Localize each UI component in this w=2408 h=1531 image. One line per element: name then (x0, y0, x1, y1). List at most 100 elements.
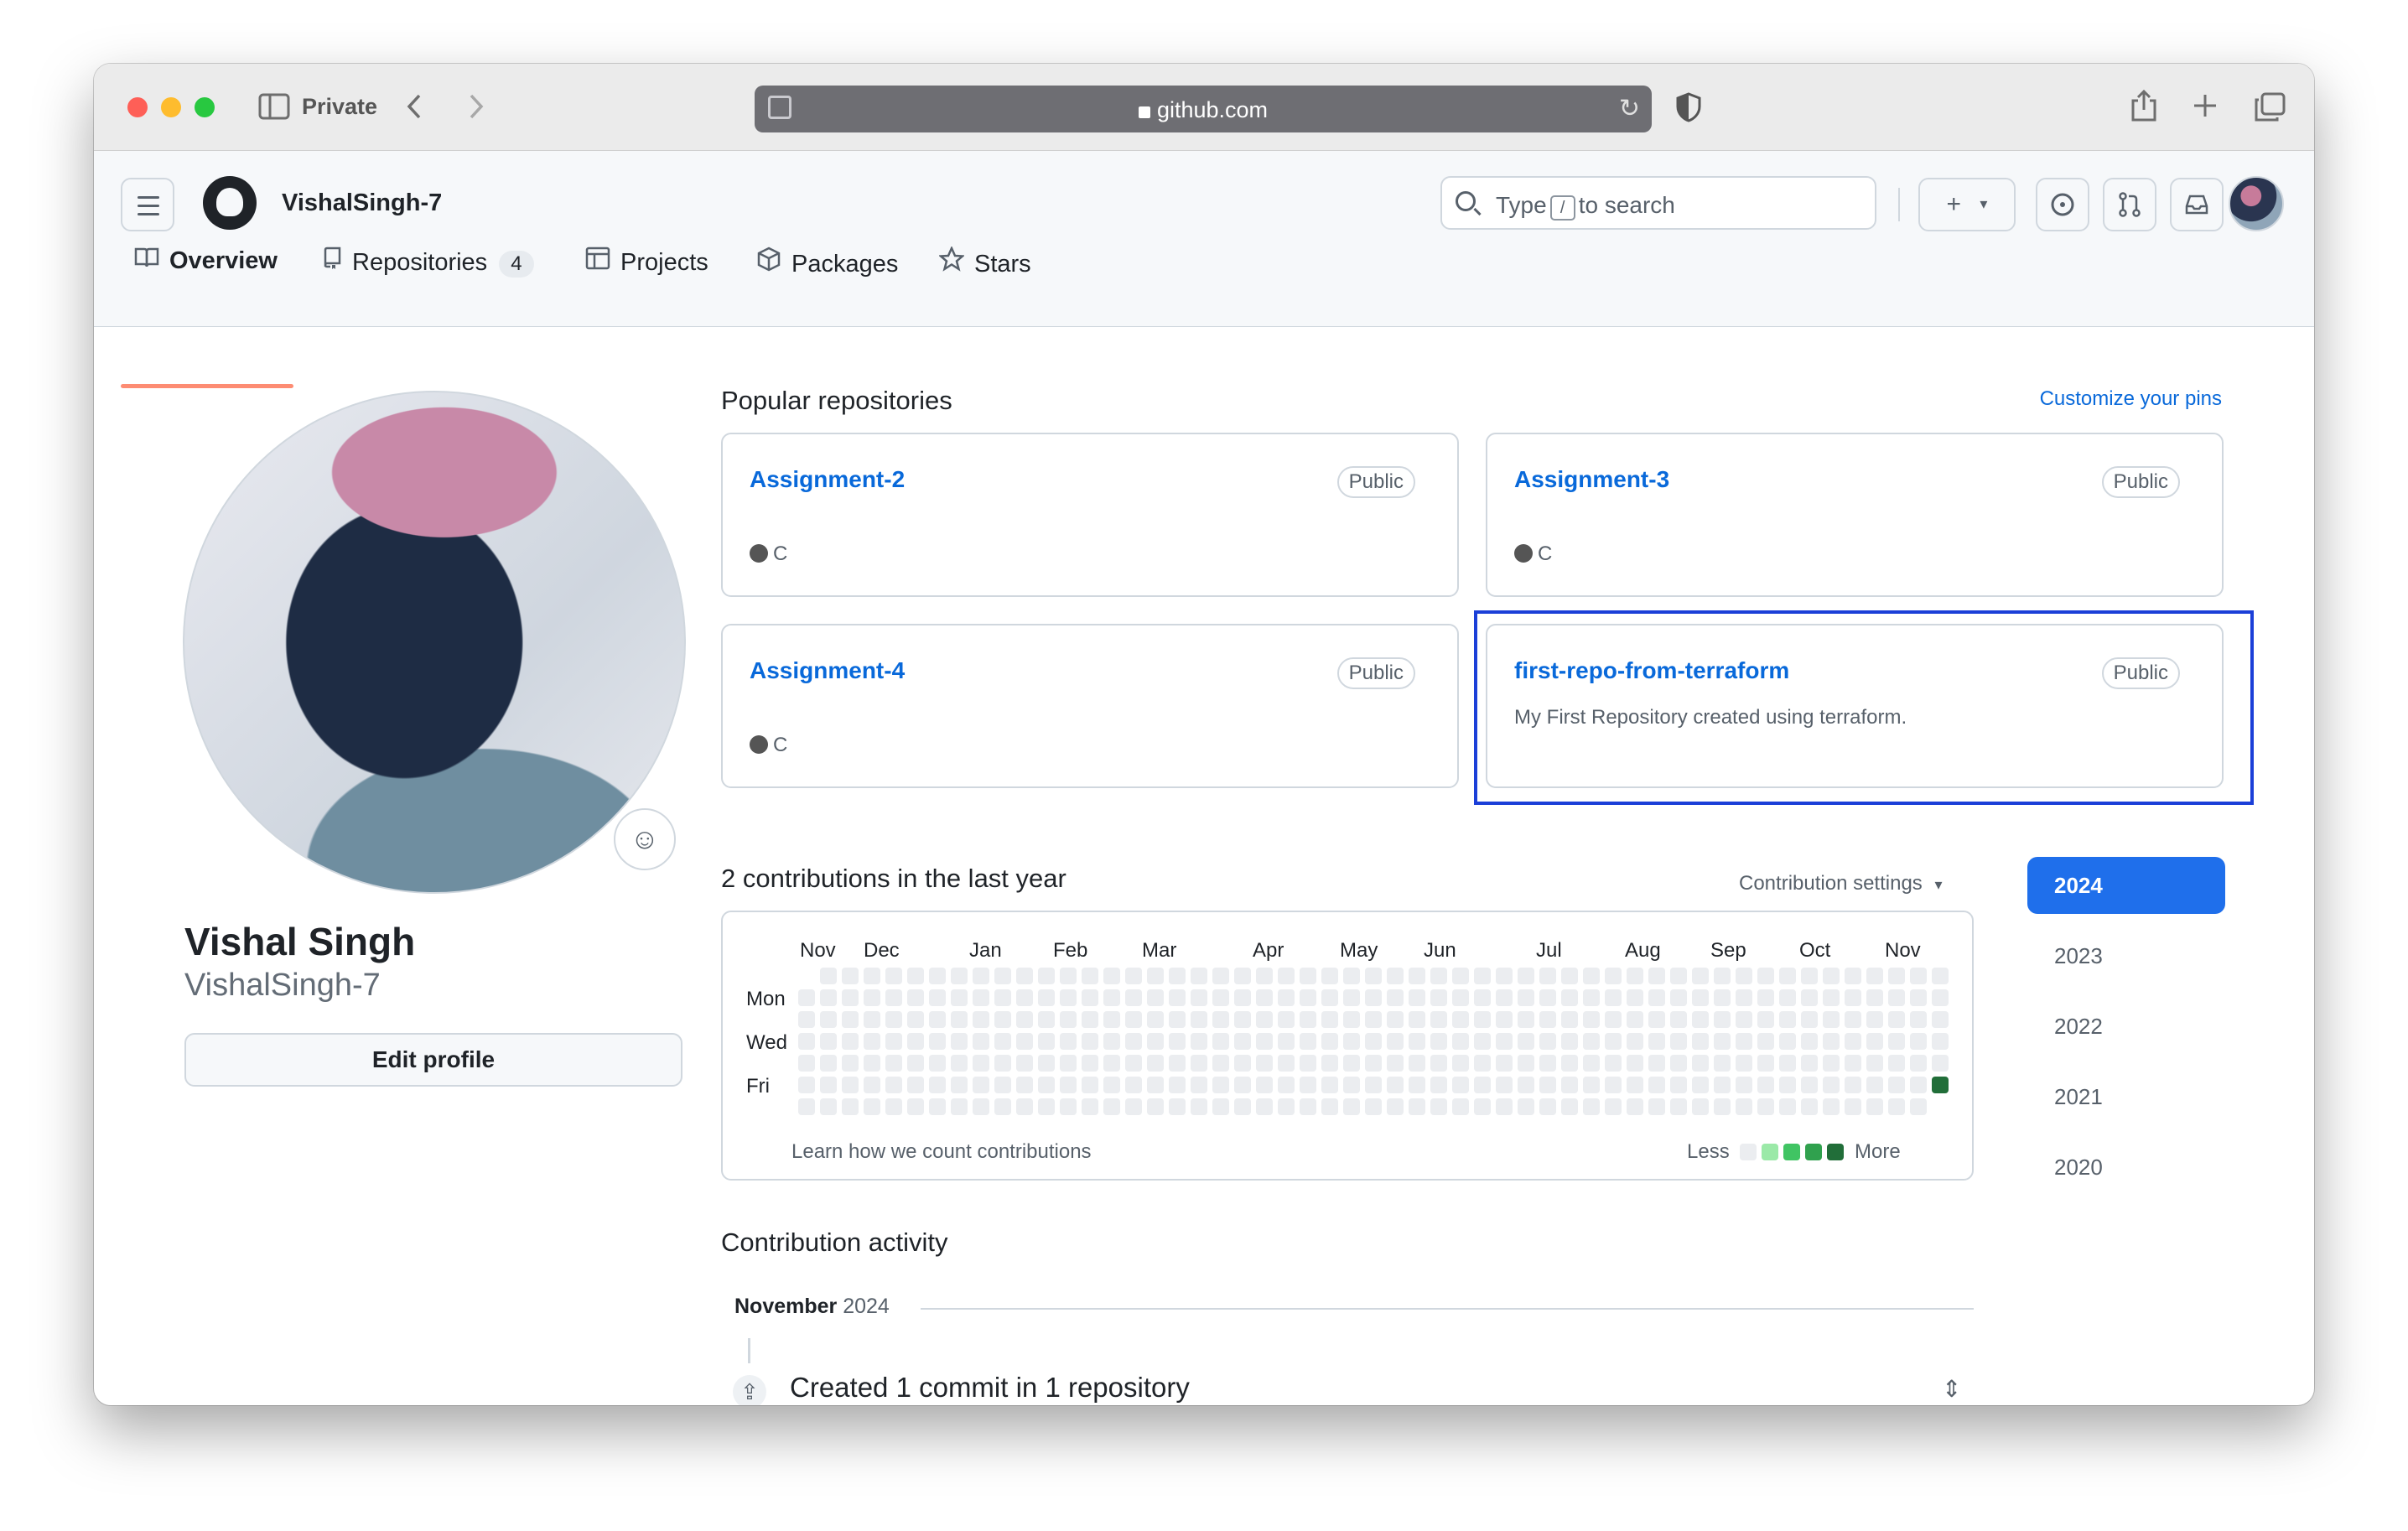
contribution-day-cell[interactable] (907, 1011, 924, 1028)
contribution-day-cell[interactable] (1823, 1098, 1840, 1115)
contribution-day-cell[interactable] (1583, 1033, 1600, 1050)
contribution-day-cell[interactable] (1823, 1033, 1840, 1050)
contribution-day-cell[interactable] (1845, 1077, 1861, 1093)
contribution-day-cell[interactable] (1169, 1033, 1186, 1050)
contribution-day-cell[interactable] (1692, 1098, 1709, 1115)
contribution-day-cell[interactable] (1866, 1077, 1883, 1093)
contribution-day-cell[interactable] (1888, 1055, 1905, 1072)
contribution-day-cell[interactable] (1212, 968, 1229, 984)
contribution-day-cell[interactable] (1736, 989, 1752, 1006)
contribution-day-cell[interactable] (1714, 1098, 1731, 1115)
contribution-day-cell[interactable] (1256, 968, 1273, 984)
contribution-day-cell[interactable] (1757, 968, 1774, 984)
contribution-day-cell[interactable] (973, 989, 989, 1006)
contribution-day-cell[interactable] (1518, 1098, 1534, 1115)
contribution-day-cell[interactable] (842, 1011, 859, 1028)
contribution-day-cell[interactable] (1583, 1055, 1600, 1072)
contribution-day-cell[interactable] (1387, 1077, 1404, 1093)
contribution-day-cell[interactable] (951, 1033, 968, 1050)
contribution-day-cell[interactable] (1300, 1077, 1316, 1093)
contribution-day-cell[interactable] (820, 968, 837, 984)
contribution-day-cell[interactable] (1496, 1077, 1513, 1093)
contribution-day-cell[interactable] (1409, 989, 1425, 1006)
contribution-day-cell[interactable] (1496, 989, 1513, 1006)
zoom-window-button[interactable] (195, 97, 215, 117)
contribution-day-cell[interactable] (1823, 1055, 1840, 1072)
contribution-day-cell[interactable] (929, 1033, 946, 1050)
contribution-day-cell[interactable] (1365, 1055, 1382, 1072)
contribution-day-cell[interactable] (1212, 1098, 1229, 1115)
contribution-day-cell[interactable] (1670, 968, 1687, 984)
contribution-day-cell[interactable] (1474, 1098, 1491, 1115)
contribution-day-cell[interactable] (1060, 1033, 1077, 1050)
contribution-day-cell[interactable] (1801, 1055, 1818, 1072)
contribution-day-cell[interactable] (798, 1077, 815, 1093)
contribution-day-cell[interactable] (994, 1098, 1011, 1115)
contribution-day-cell[interactable] (1496, 1033, 1513, 1050)
contribution-day-cell[interactable] (1125, 1011, 1142, 1028)
contribution-day-cell[interactable] (1692, 989, 1709, 1006)
contribution-day-cell[interactable] (1169, 1011, 1186, 1028)
contribution-day-cell[interactable] (1605, 1098, 1622, 1115)
contribution-day-cell[interactable] (1082, 1098, 1098, 1115)
contribution-day-cell[interactable] (1736, 1033, 1752, 1050)
contribution-day-cell[interactable] (1561, 1055, 1578, 1072)
contribution-day-cell[interactable] (1430, 968, 1447, 984)
contribution-day-cell[interactable] (1191, 968, 1207, 984)
contribution-day-cell[interactable] (1518, 1055, 1534, 1072)
contribution-day-cell[interactable] (1801, 989, 1818, 1006)
contribution-day-cell[interactable] (1670, 1077, 1687, 1093)
contribution-day-cell[interactable] (1932, 1055, 1949, 1072)
contribution-day-cell[interactable] (1365, 1011, 1382, 1028)
contribution-day-cell[interactable] (885, 1055, 902, 1072)
contribution-day-cell[interactable] (820, 1098, 837, 1115)
contribution-day-cell[interactable] (973, 1055, 989, 1072)
contribution-day-cell[interactable] (994, 968, 1011, 984)
contribution-day-cell[interactable] (1736, 1055, 1752, 1072)
contribution-day-cell[interactable] (1648, 989, 1665, 1006)
contribution-day-cell[interactable] (1060, 1098, 1077, 1115)
contribution-day-cell[interactable] (820, 1077, 837, 1093)
contribution-day-cell[interactable] (1038, 1077, 1055, 1093)
contribution-day-cell[interactable] (1539, 1033, 1556, 1050)
contribution-day-cell[interactable] (1409, 1011, 1425, 1028)
contribution-day-cell[interactable] (1452, 1098, 1469, 1115)
contribution-day-cell[interactable] (1845, 1033, 1861, 1050)
contribution-day-cell[interactable] (1300, 1011, 1316, 1028)
contribution-day-cell[interactable] (1583, 968, 1600, 984)
contribution-day-cell[interactable] (1845, 1098, 1861, 1115)
contribution-day-cell[interactable] (1300, 989, 1316, 1006)
contribution-day-cell[interactable] (798, 1098, 815, 1115)
contribution-day-cell[interactable] (1714, 968, 1731, 984)
search-input[interactable]: Type / to search (1440, 176, 1876, 230)
contribution-day-cell[interactable] (1474, 1055, 1491, 1072)
contribution-day-cell[interactable] (1125, 1098, 1142, 1115)
contribution-day-cell[interactable] (1605, 1077, 1622, 1093)
contribution-day-cell[interactable] (1038, 1011, 1055, 1028)
contribution-day-cell[interactable] (1125, 1077, 1142, 1093)
contribution-day-cell[interactable] (1038, 1033, 1055, 1050)
activity-event-summary[interactable]: Created 1 commit in 1 repository (790, 1372, 1190, 1404)
contribution-day-cell[interactable] (1256, 1055, 1273, 1072)
contribution-day-cell[interactable] (1561, 1098, 1578, 1115)
contribution-day-cell[interactable] (1627, 1011, 1643, 1028)
contribution-day-cell[interactable] (1736, 968, 1752, 984)
contribution-day-cell[interactable] (1278, 1077, 1295, 1093)
contribution-day-cell[interactable] (798, 1011, 815, 1028)
contribution-day-cell[interactable] (1561, 1077, 1578, 1093)
contribution-day-cell[interactable] (1300, 1098, 1316, 1115)
contribution-day-cell[interactable] (798, 1055, 815, 1072)
contribution-day-cell[interactable] (1365, 1098, 1382, 1115)
contribution-day-cell[interactable] (1103, 1077, 1120, 1093)
contribution-day-cell[interactable] (1801, 1077, 1818, 1093)
contribution-day-cell[interactable] (1757, 1033, 1774, 1050)
learn-contributions-link[interactable]: Learn how we count contributions (791, 1140, 1092, 1164)
contribution-day-cell[interactable] (1125, 1033, 1142, 1050)
contribution-day-cell[interactable] (1191, 1033, 1207, 1050)
contribution-day-cell[interactable] (1016, 968, 1033, 984)
contribution-day-cell[interactable] (1430, 1033, 1447, 1050)
contribution-day-cell[interactable] (1648, 968, 1665, 984)
contribution-day-cell[interactable] (1583, 1011, 1600, 1028)
contribution-day-cell[interactable] (1605, 1033, 1622, 1050)
contribution-day-cell[interactable] (1147, 968, 1164, 984)
